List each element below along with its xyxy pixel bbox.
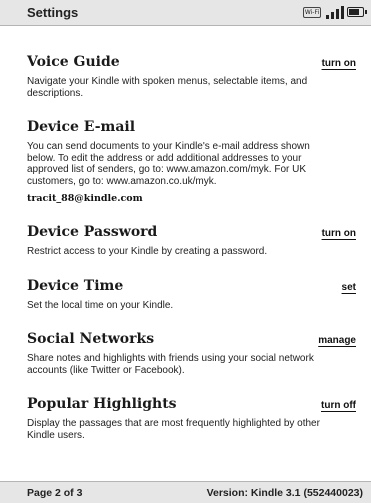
signal-strength-icon — [326, 6, 344, 19]
setting-description: Share notes and highlights with friends … — [27, 353, 314, 376]
top-status-bar: Settings Wi-Fi — [0, 0, 371, 26]
wifi-icon: Wi-Fi — [303, 7, 321, 18]
social-networks-manage-link[interactable]: manage — [318, 335, 356, 346]
setting-title: Device Password — [27, 224, 158, 240]
setting-social-networks: Social Networks manage Share notes and h… — [27, 331, 360, 376]
setting-description: Set the local time on your Kindle. — [27, 299, 174, 311]
device-password-toggle-link[interactable]: turn on — [322, 228, 356, 239]
device-time-set-link[interactable]: set — [342, 282, 356, 293]
setting-description: You can send documents to your Kindle's … — [27, 141, 310, 187]
setting-device-time: Device Time set Set the local time on yo… — [27, 278, 360, 312]
setting-title: Popular Highlights — [27, 396, 177, 412]
setting-title: Voice Guide — [27, 54, 120, 70]
kindle-settings-screen: Settings Wi-Fi Voice Guide turn on Navig… — [0, 0, 371, 503]
popular-highlights-toggle-link[interactable]: turn off — [321, 400, 356, 411]
battery-icon — [347, 7, 367, 17]
setting-description: Navigate your Kindle with spoken menus, … — [27, 76, 308, 99]
setting-title: Social Networks — [27, 331, 155, 347]
setting-device-email: Device E-mail You can send documents to … — [27, 119, 360, 204]
bottom-status-bar: Page 2 of 3 Version: Kindle 3.1 (5524400… — [0, 481, 371, 503]
setting-description: Restrict access to your Kindle by creati… — [27, 246, 268, 257]
settings-list: Voice Guide turn on Navigate your Kindle… — [27, 34, 360, 441]
setting-popular-highlights: Popular Highlights turn off Display the … — [27, 396, 360, 441]
setting-description: Display the passages that are most frequ… — [27, 418, 320, 441]
version-info: Version: Kindle 3.1 (552440023) — [206, 487, 363, 499]
page-indicator: Page 2 of 3 — [27, 487, 83, 499]
setting-title: Device E-mail — [27, 119, 136, 135]
page-title: Settings — [27, 5, 79, 20]
setting-voice-guide: Voice Guide turn on Navigate your Kindle… — [27, 54, 360, 99]
setting-title: Device Time — [27, 277, 124, 294]
voice-guide-toggle-link[interactable]: turn on — [322, 58, 356, 69]
battery-level-fill — [349, 9, 359, 15]
device-email-address: tracit_88@kindle.com — [27, 193, 143, 204]
setting-device-password: Device Password turn on Restrict access … — [27, 224, 360, 258]
